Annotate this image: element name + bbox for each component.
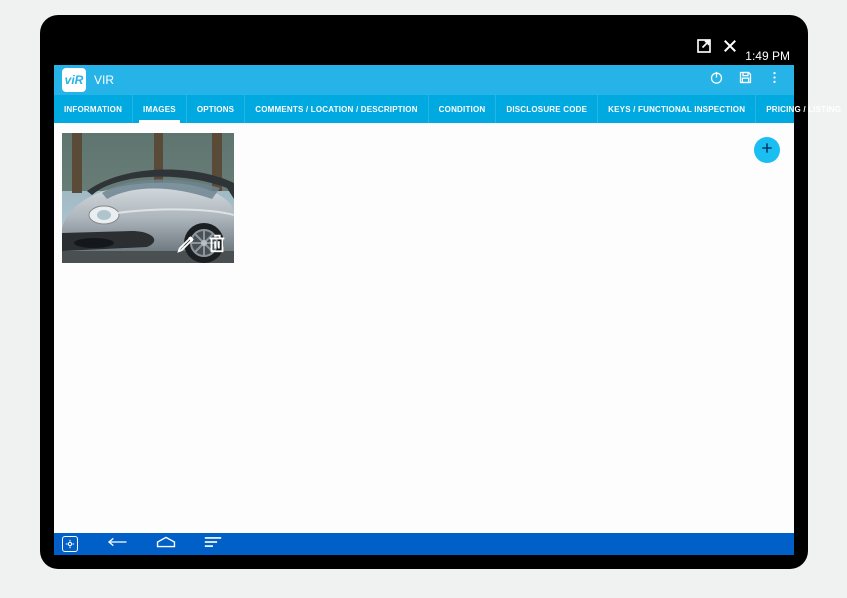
tab-label: CONDITION — [439, 105, 486, 114]
trash-icon[interactable] — [206, 232, 228, 259]
app-logo: viR — [62, 68, 86, 92]
power-icon[interactable] — [709, 70, 724, 90]
tab-label: IMAGES — [143, 105, 176, 114]
pencil-icon[interactable] — [176, 232, 198, 259]
tab-pricing[interactable]: PRICING / LISTING — [756, 95, 847, 123]
tab-information[interactable]: INFORMATION — [54, 95, 133, 123]
tab-keys[interactable]: KEYS / FUNCTIONAL INSPECTION — [598, 95, 756, 123]
external-link-icon[interactable] — [695, 37, 713, 60]
more-vert-icon[interactable] — [767, 70, 782, 90]
recent-apps-icon[interactable] — [204, 535, 222, 553]
status-bar: 1:49 PM — [54, 29, 794, 65]
tab-condition[interactable]: CONDITION — [429, 95, 497, 123]
tab-label: COMMENTS / LOCATION / DESCRIPTION — [255, 105, 417, 114]
tab-disclosure[interactable]: DISCLOSURE CODE — [496, 95, 598, 123]
tablet-frame: 1:49 PM viR VIR INFORMATION IMAGES OPTIO… — [40, 15, 808, 569]
back-icon[interactable] — [106, 535, 128, 553]
tab-comments[interactable]: COMMENTS / LOCATION / DESCRIPTION — [245, 95, 428, 123]
tab-label: DISCLOSURE CODE — [506, 105, 587, 114]
tab-options[interactable]: OPTIONS — [187, 95, 245, 123]
tab-label: INFORMATION — [64, 105, 122, 114]
tab-images[interactable]: IMAGES — [133, 95, 187, 123]
tab-label: PRICING / LISTING — [766, 105, 841, 114]
home-icon[interactable] — [156, 535, 176, 554]
tab-bar: INFORMATION IMAGES OPTIONS COMMENTS / LO… — [54, 95, 794, 123]
app-title: VIR — [94, 73, 701, 87]
app-screen: viR VIR INFORMATION IMAGES OPTIONS COMME… — [54, 65, 794, 555]
system-nav-bar — [54, 533, 794, 555]
status-time: 1:49 PM — [745, 49, 790, 65]
close-icon[interactable] — [721, 37, 739, 60]
tab-label: OPTIONS — [197, 105, 234, 114]
content-area — [54, 123, 794, 533]
app-header: viR VIR — [54, 65, 794, 95]
support-icon[interactable] — [62, 536, 78, 552]
vehicle-image-thumbnail[interactable] — [62, 133, 234, 263]
add-image-button[interactable] — [754, 137, 780, 163]
plus-icon — [760, 141, 774, 160]
save-icon[interactable] — [738, 70, 753, 90]
tab-label: KEYS / FUNCTIONAL INSPECTION — [608, 105, 745, 114]
